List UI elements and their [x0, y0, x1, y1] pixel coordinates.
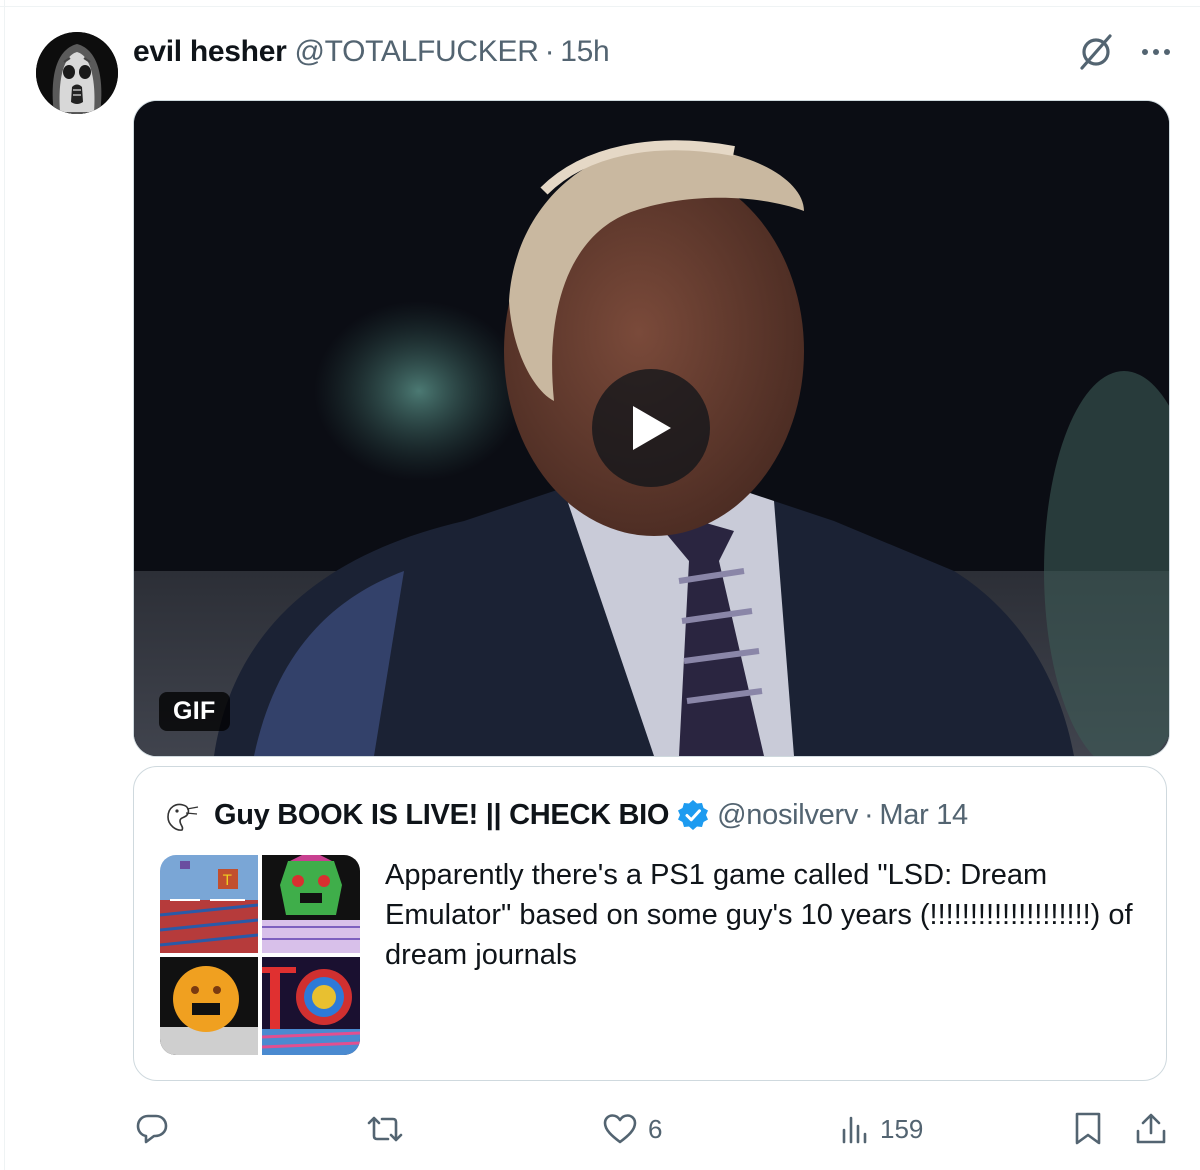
author-name[interactable]: evil hesher	[133, 35, 287, 69]
grok-icon[interactable]	[1076, 32, 1116, 72]
heart-icon	[603, 1114, 637, 1144]
post-action-bar: 6 159	[0, 1106, 1200, 1156]
quoted-media-grid[interactable]: T	[160, 855, 360, 1055]
views-count: 159	[880, 1113, 924, 1144]
quoted-author-name[interactable]: Guy BOOK IS LIVE! || CHECK BIO	[214, 799, 669, 832]
like-count: 6	[648, 1113, 663, 1144]
bookmark-button[interactable]	[1073, 1106, 1103, 1152]
share-button[interactable]	[1134, 1106, 1168, 1152]
quoted-thumbnail-2[interactable]	[262, 855, 360, 953]
analytics-icon	[842, 1116, 867, 1144]
reply-button[interactable]	[135, 1106, 179, 1152]
author-handle[interactable]: @TOTALFUCKER	[294, 35, 538, 69]
top-divider	[0, 0, 1200, 7]
bookmark-icon	[1075, 1112, 1101, 1145]
author-avatar[interactable]	[36, 32, 118, 114]
play-button[interactable]	[592, 369, 710, 487]
verified-badge-icon	[678, 800, 709, 830]
quoted-post-header: Guy BOOK IS LIVE! || CHECK BIO @nosilver…	[160, 795, 968, 835]
skull-face-avatar-icon	[36, 32, 118, 114]
separator-dot: ·	[864, 798, 874, 831]
play-icon	[633, 406, 671, 450]
quoted-post[interactable]: Guy BOOK IS LIVE! || CHECK BIO @nosilver…	[133, 766, 1167, 1081]
share-icon	[1136, 1113, 1166, 1144]
post-top-actions	[1076, 32, 1170, 72]
repost-icon	[367, 1116, 403, 1142]
quoted-thumbnail-3[interactable]	[160, 957, 258, 1055]
separator-dot: ·	[544, 35, 555, 68]
reply-icon	[136, 1114, 168, 1144]
post-header: evil hesher @TOTALFUCKER · 15h	[133, 32, 610, 72]
quoted-thumbnail-1[interactable]: T	[160, 855, 258, 953]
quoted-thumbnail-4[interactable]	[262, 957, 360, 1055]
post-time[interactable]: 15h	[560, 35, 609, 69]
quoted-author-handle[interactable]: @nosilverv	[717, 799, 858, 832]
post-media-gif[interactable]: GIF	[133, 100, 1170, 757]
quoted-post-text: Apparently there's a PS1 game called "LS…	[385, 859, 1133, 971]
more-horizontal-icon[interactable]	[1142, 33, 1170, 71]
like-button[interactable]: 6	[602, 1106, 662, 1152]
quoted-author-avatar[interactable]	[160, 795, 200, 835]
quoted-post-date[interactable]: Mar 14	[879, 799, 968, 832]
views-button[interactable]: 159	[840, 1106, 923, 1152]
svg-text:T: T	[222, 873, 232, 889]
left-divider	[4, 0, 5, 1170]
repost-button[interactable]	[366, 1106, 414, 1152]
gif-badge: GIF	[159, 692, 230, 731]
